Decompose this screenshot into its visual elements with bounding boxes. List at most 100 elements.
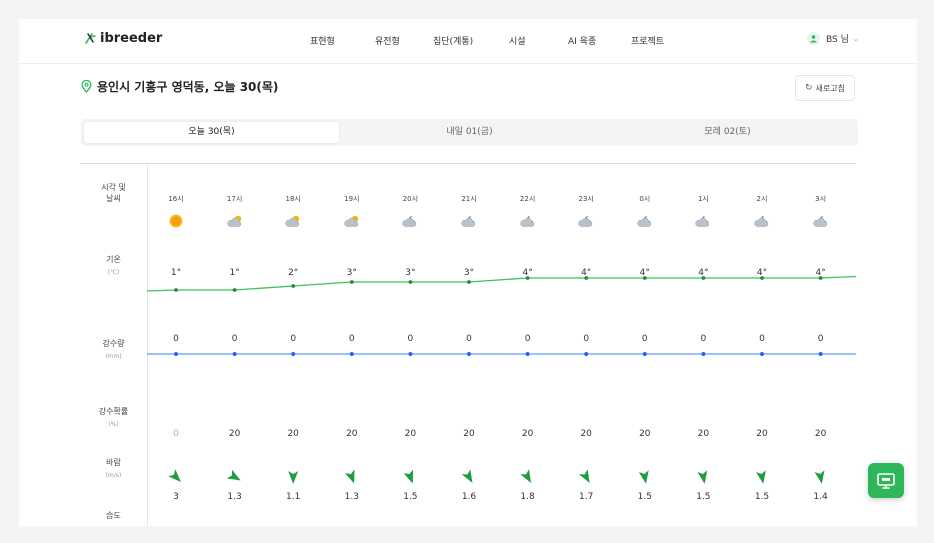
wind-arrow-icon xyxy=(345,469,355,484)
precip-value: 0 xyxy=(817,334,824,344)
nav-project[interactable]: 프로젝트 xyxy=(631,34,664,47)
tab-tomorrow[interactable]: 내일 01(금) xyxy=(342,122,597,143)
precip-point xyxy=(408,352,413,356)
precip-value: 0 xyxy=(290,334,297,344)
temperature-label: 4° xyxy=(522,268,533,278)
temperature-point xyxy=(408,280,413,284)
temperature-label: 3° xyxy=(405,268,416,278)
wind-speed-value: 1.8 xyxy=(520,492,535,502)
temperature-label: 1° xyxy=(170,268,182,278)
precip-prob-value: 20 xyxy=(814,429,827,439)
location-title: 용인시 기흥구 영덕동, 오늘 30(목) xyxy=(97,80,279,94)
precip-value: 0 xyxy=(524,334,531,344)
precip-point xyxy=(291,352,296,356)
hour-label: 1시 xyxy=(697,195,709,203)
nav-genotype[interactable]: 유전형 xyxy=(375,34,400,47)
temperature-label: 3° xyxy=(346,268,357,278)
wind-arrow-icon xyxy=(168,469,181,482)
precip-value: 0 xyxy=(641,334,648,344)
wind-arrow-icon xyxy=(520,469,532,484)
precip-point xyxy=(701,352,706,356)
precip-prob-value: 0 xyxy=(173,429,179,439)
precip-prob-value: 20 xyxy=(463,429,475,439)
temperature-line xyxy=(146,275,856,292)
hour-label: 22시 xyxy=(519,195,536,203)
partly-cloudy-night-icon xyxy=(792,213,850,230)
hour-label: 19시 xyxy=(344,195,360,203)
precip-point xyxy=(525,352,530,356)
hour-label: 2시 xyxy=(756,195,768,203)
temperature-point xyxy=(232,288,237,292)
logo-text: ibreeder xyxy=(100,31,163,46)
monitor-button[interactable] xyxy=(868,463,904,498)
partly-cloudy-night-icon xyxy=(381,213,439,230)
precip-prob-value: 20 xyxy=(404,429,417,439)
partly-cloudy-night-icon xyxy=(440,213,498,230)
precip-value: 0 xyxy=(700,334,707,344)
nav-phenotype[interactable]: 표현형 xyxy=(310,34,335,47)
wind-speed-value: 1.7 xyxy=(579,492,594,502)
temperature-point xyxy=(349,280,354,284)
temperature-label: 4° xyxy=(756,268,768,278)
precip-point xyxy=(584,352,589,356)
partly-cloudy-night-icon xyxy=(557,213,615,230)
precip-point xyxy=(232,352,237,356)
user-menu[interactable]: BS 님 ⌄ xyxy=(807,32,859,45)
hour-label: 16시 xyxy=(168,195,184,203)
partly-cloudy-day-icon xyxy=(323,213,381,230)
wind-arrow-icon xyxy=(638,470,649,484)
wind-arrow-icon xyxy=(403,469,414,484)
tab-day-after[interactable]: 모레 02(토) xyxy=(600,122,855,143)
hour-label: 17시 xyxy=(226,195,243,203)
hour-label: 23시 xyxy=(578,195,594,203)
precip-prob-value: 20 xyxy=(580,429,592,439)
temperature-point xyxy=(467,280,471,284)
precip-prob-value: 20 xyxy=(756,429,768,439)
logo[interactable]: ibreeder xyxy=(84,31,162,46)
sun-icon xyxy=(147,213,205,230)
hour-label: 3시 xyxy=(815,195,827,203)
precip-point xyxy=(642,352,647,356)
temperature-label: 2° xyxy=(288,268,299,278)
location-header: 용인시 기흥구 영덕동, 오늘 30(목) xyxy=(81,78,278,95)
precip-prob-value: 20 xyxy=(287,429,299,439)
temperature-label: 4° xyxy=(698,268,709,278)
day-tabs: 오늘 30(목) 내일 01(금) 모레 02(토) xyxy=(81,119,858,146)
temperature-label: 4° xyxy=(581,268,592,278)
wind-arrow-icon xyxy=(461,469,473,484)
user-name: BS 님 xyxy=(826,35,849,45)
wind-speed-value: 1.5 xyxy=(696,492,711,502)
nav-population[interactable]: 집단(계통) xyxy=(433,34,473,47)
logo-icon xyxy=(85,33,96,44)
refresh-label: 새로고침 xyxy=(815,83,845,93)
user-avatar-icon xyxy=(807,32,820,45)
precip-prob-value: 20 xyxy=(521,429,534,439)
hourly-forecast-table: 시각 및 날씨 기온 (℃) 강수량 (mm) 강수확률 (%) 바람 (m/s) 습도 … xyxy=(80,163,856,526)
wind-speed-value: 1.3 xyxy=(227,492,242,502)
wind-arrow-icon xyxy=(578,469,590,484)
location-pin-icon xyxy=(81,80,92,93)
temperature-label: 4° xyxy=(815,268,826,278)
nav-ai-breeding[interactable]: AI 육종 xyxy=(568,34,596,47)
temperature-label: 4° xyxy=(639,268,650,278)
precip-point xyxy=(174,352,178,356)
precip-value: 0 xyxy=(348,334,355,344)
precip-value: 0 xyxy=(759,334,765,344)
precip-value: 0 xyxy=(231,334,238,344)
wind-arrow-icon xyxy=(814,470,825,484)
temperature-label: 1° xyxy=(229,268,240,278)
nav-facility[interactable]: 시설 xyxy=(509,34,526,47)
wind-speed-value: 1.6 xyxy=(461,492,477,502)
refresh-button[interactable]: ↻ 새로고침 xyxy=(795,75,855,101)
tab-today[interactable]: 오늘 30(목) xyxy=(84,122,339,143)
partly-cloudy-night-icon xyxy=(674,213,732,230)
refresh-icon: ↻ xyxy=(805,83,813,93)
wind-arrow-icon xyxy=(697,470,708,484)
precip-prob-value: 20 xyxy=(697,429,710,439)
hour-label: 18시 xyxy=(285,195,301,203)
partly-cloudy-day-icon xyxy=(206,213,264,230)
precip-prob-value: 20 xyxy=(228,429,241,439)
wind-arrow-icon xyxy=(226,469,241,481)
temperature-point xyxy=(174,288,178,292)
wind-speed-value: 1.3 xyxy=(344,492,359,502)
